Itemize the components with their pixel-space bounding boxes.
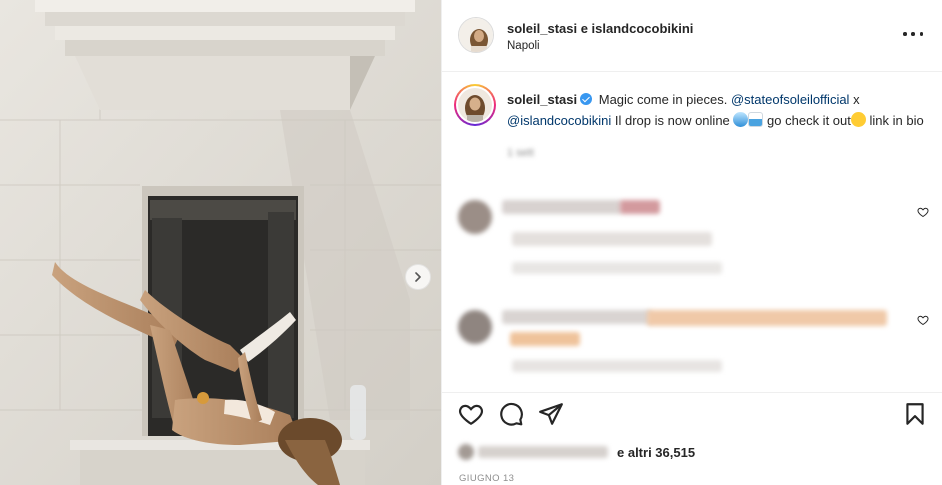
avatar (458, 88, 492, 122)
avatar-ring-inner (456, 86, 494, 124)
caption-text: go check it out (767, 113, 851, 128)
heart-icon[interactable] (917, 206, 929, 218)
caption-text: link in bio (869, 113, 924, 128)
caption-avatar[interactable] (454, 84, 496, 126)
caption-username[interactable]: soleil_stasi (507, 92, 577, 107)
smile-emoji-icon (850, 112, 866, 127)
avatar[interactable] (458, 17, 494, 53)
comment-meta-blur (512, 262, 722, 274)
comment-emoji-blur (620, 200, 660, 214)
more-dot (911, 32, 915, 36)
avatar (458, 200, 492, 234)
post-photo[interactable] (0, 0, 441, 485)
header-usernames[interactable]: soleil_stasi e islandcocobikini (507, 21, 693, 36)
caption-mention[interactable]: @islandcocobikini (507, 113, 611, 128)
post-date[interactable]: GIUGNO 13 (459, 473, 514, 484)
post-image (0, 0, 441, 485)
bookmark-icon[interactable] (902, 401, 928, 427)
post-header: soleil_stasi e islandcocobikini Napoli (442, 0, 942, 72)
avatar (458, 310, 492, 344)
comment-meta-blur (512, 360, 722, 372)
comment-icon[interactable] (498, 401, 524, 427)
avatar-image (459, 18, 493, 52)
more-options-button[interactable] (903, 27, 923, 41)
more-dot (919, 32, 923, 36)
carousel-next-button[interactable] (405, 264, 431, 290)
comment-text-blur (512, 232, 712, 246)
caption-mention[interactable]: @stateofsoleilofficial (731, 92, 849, 107)
comment-item (442, 300, 942, 390)
post-actions (442, 392, 942, 432)
post-side-panel: soleil_stasi e islandcocobikini Napoli s… (441, 0, 942, 485)
more-horizontal-icon (903, 32, 907, 36)
comment-emoji-blur (510, 332, 580, 346)
heart-icon[interactable] (458, 401, 484, 427)
verified-badge-icon (580, 93, 593, 105)
heart-icon[interactable] (917, 314, 929, 326)
likes-count[interactable]: e altri 36,515 (458, 444, 695, 460)
likes-text: e altri 36,515 (617, 445, 696, 460)
wave-emoji-icon (733, 112, 749, 127)
likes-names-blur (478, 446, 608, 458)
comment-emoji-blur (647, 310, 887, 326)
likes-avatars-blur (458, 444, 613, 460)
chevron-right-icon (415, 272, 421, 282)
comment-author-blur (502, 200, 622, 214)
beach-emoji-icon (748, 112, 764, 127)
caption-age: 1 sett (507, 147, 534, 159)
header-location[interactable]: Napoli (507, 40, 540, 52)
caption-text: Magic come in pieces. (598, 92, 728, 107)
avatar (458, 444, 474, 460)
comment-item (442, 192, 942, 282)
comment-author-blur (502, 310, 652, 324)
post-caption: soleil_stasi Magic come in pieces. @stat… (507, 89, 927, 164)
avatar-image (458, 88, 492, 122)
caption-text: Il drop is now online (614, 113, 730, 128)
paper-plane-icon[interactable] (538, 401, 564, 427)
caption-text: x (853, 92, 860, 107)
